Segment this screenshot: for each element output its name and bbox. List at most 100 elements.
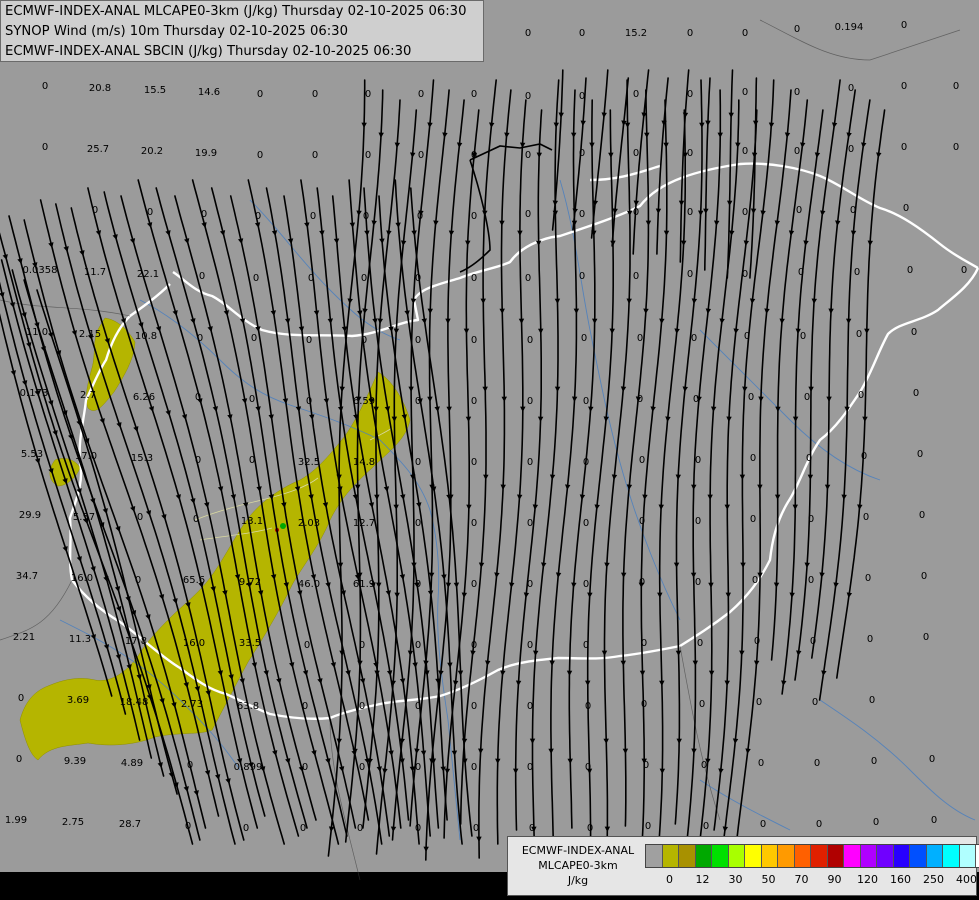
cin-value-label: 0 [750,514,756,525]
legend-swatch [662,845,679,867]
legend-title-line2: MLCAPE0-3km [538,859,618,872]
cin-value-label: 34.7 [16,571,38,582]
cin-value-label: 0 [752,575,758,586]
cin-value-label: 0 [257,89,263,100]
legend-title-line1: ECMWF-INDEX-ANAL [521,844,635,857]
legend-swatch [794,845,811,867]
cin-value-label: 0 [471,640,477,651]
cin-value-label: 0 [760,819,766,830]
cin-value-label: 0 [854,267,860,278]
cin-value-label: 0 [695,516,701,527]
cin-value-label: 0 [579,209,585,220]
legend-swatch [910,845,927,867]
cin-value-label: 2.15 [79,329,101,340]
legend-tick-label: 70 [794,873,809,886]
cin-value-label: 2.21 [13,632,35,643]
cin-value-label: 2.03 [298,518,320,529]
cin-value-label: 0 [901,20,907,31]
legend-swatch [712,845,729,867]
cin-value-label: 0 [808,514,814,525]
cin-value-label: 0 [911,327,917,338]
cin-value-label: 0 [361,335,367,346]
cin-value-label: 15.3 [131,453,153,464]
cin-value-label: 0 [873,817,879,828]
legend-swatch [844,845,861,867]
cin-value-label: 0 [863,512,869,523]
cin-value-label: 18.48 [120,697,149,708]
cin-value-label: 0 [415,518,421,529]
cin-value-label: 14.8 [353,457,375,468]
cin-value-label: 0 [253,273,259,284]
cin-value-label: 15.5 [144,85,166,96]
cin-value-label: 0 [302,762,308,773]
cin-value-label: 2.73 [181,699,203,710]
cin-value-label: 0 [471,150,477,161]
cin-value-label: 0 [16,754,22,765]
cin-value-label: 5.57 [73,512,95,523]
cin-value-label: 0 [917,449,923,460]
cin-value-label: 0 [527,457,533,468]
cin-value-label: 0.173 [20,388,49,399]
cin-value-label: 0 [359,640,365,651]
cin-value-label: 0 [931,815,937,826]
legend-tick-label: 160 [890,873,911,886]
cin-value-label: 0 [796,205,802,216]
cin-value-label: 0 [953,81,959,92]
cin-value-label: 0 [473,823,479,834]
cin-value-label: 0 [579,28,585,39]
cin-value-label: 22.1 [137,269,159,280]
cin-value-label: 17.8 [125,636,147,647]
cin-value-label: 0.0358 [23,265,58,276]
layer-title-mlcape: ECMWF-INDEX-ANAL MLCAPE0-3km (J/kg) Thur… [5,4,467,19]
map-info-panel: ECMWF-INDEX-ANAL MLCAPE0-3km (J/kg) Thur… [0,0,484,62]
cin-value-label: 0 [199,271,205,282]
cin-value-label: 0 [639,455,645,466]
legend-ticks: 0 12 30 50 70 90 120 160 250 400 [645,873,977,889]
cin-value-label: 17.0 [75,451,97,462]
legend-swatch [679,845,696,867]
cin-value-label: 0 [687,89,693,100]
cin-value-label: 0 [471,701,477,712]
cin-value-label: 0 [687,207,693,218]
legend-title: ECMWF-INDEX-ANAL MLCAPE0-3km J/kg [512,843,644,888]
cin-value-label: 0 [750,453,756,464]
cin-value-label: 0 [848,144,854,155]
cin-value-label: 0 [365,89,371,100]
legend-tick-label: 30 [728,873,743,886]
cin-value-label: 19.9 [195,148,217,159]
cin-value-label: 0 [699,699,705,710]
cin-value-label: 0 [137,512,143,523]
cin-value-label: 0 [583,579,589,590]
cin-value-label: 0 [865,573,871,584]
cin-value-label: 0 [587,823,593,834]
cin-value-label: 0 [418,150,424,161]
cin-value-label: 0 [527,335,533,346]
cin-value-label: 0 [633,271,639,282]
cin-value-label: 0 [195,455,201,466]
cin-value-label: 0 [641,638,647,649]
cin-value-label: 0 [742,87,748,98]
cin-value-label: 0 [147,207,153,218]
cin-value-label: 0 [471,335,477,346]
cin-value-label: 0 [529,823,535,834]
cin-value-label: 2.7 [80,390,96,401]
cin-value-label: 0 [798,267,804,278]
cin-value-label: 0 [810,636,816,647]
cin-value-label: 0 [201,209,207,220]
color-legend: ECMWF-INDEX-ANAL MLCAPE0-3km J/kg 0 12 30 5… [507,836,979,896]
cin-value-label: 2.75 [62,817,84,828]
cin-value-label: 32.5 [298,457,320,468]
cin-value-label: 0 [639,516,645,527]
cin-value-label: 0 [365,150,371,161]
cin-value-label: 0 [527,396,533,407]
cin-value-label: 0 [527,518,533,529]
cin-value-label: 0 [583,640,589,651]
weather-map[interactable]: 0 20.8 15.5 14.6 0 0 0 0 0 0 0 0 0 0 0 0 0 0 0 25.7 20.2 19.9… [0,0,979,900]
cin-value-label: 0 [806,453,812,464]
cin-value-label: 0 [583,518,589,529]
cin-value-label: 0 [643,760,649,771]
cin-value-label: 0 [471,211,477,222]
cin-value-label: 0 [195,392,201,403]
cin-value-label: 9.72 [239,577,261,588]
cin-value-label: 5.53 [21,449,43,460]
